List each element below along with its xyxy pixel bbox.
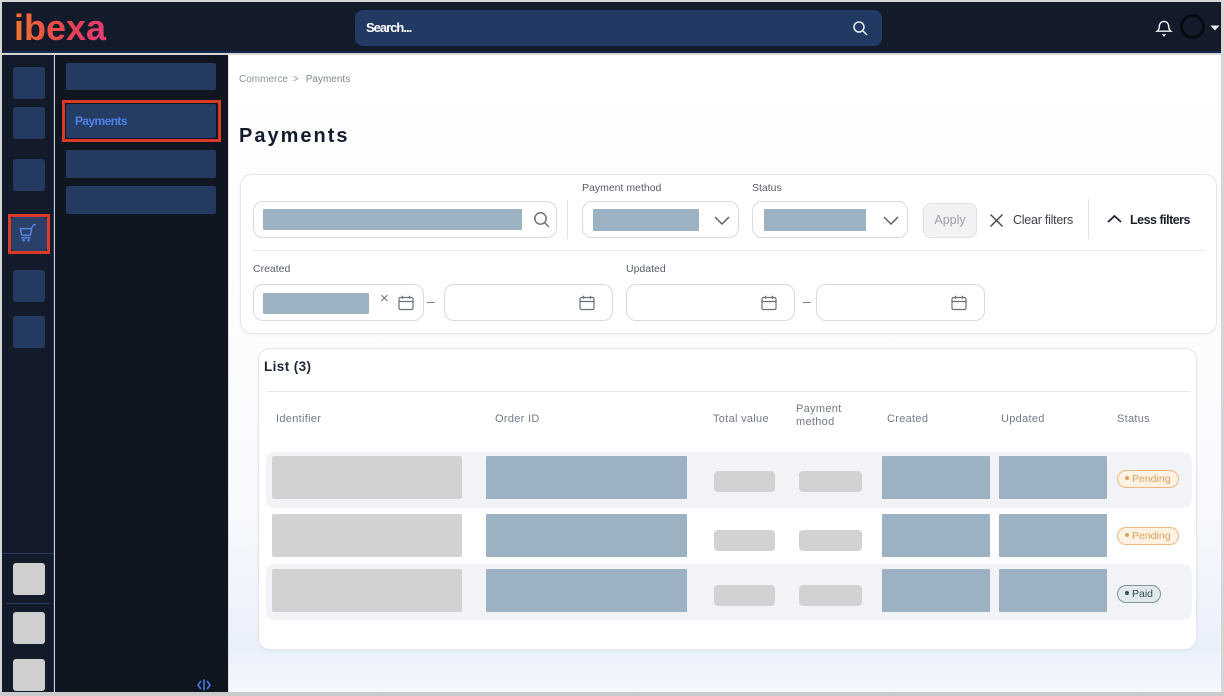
svg-text:ibexa: ibexa <box>14 9 107 43</box>
